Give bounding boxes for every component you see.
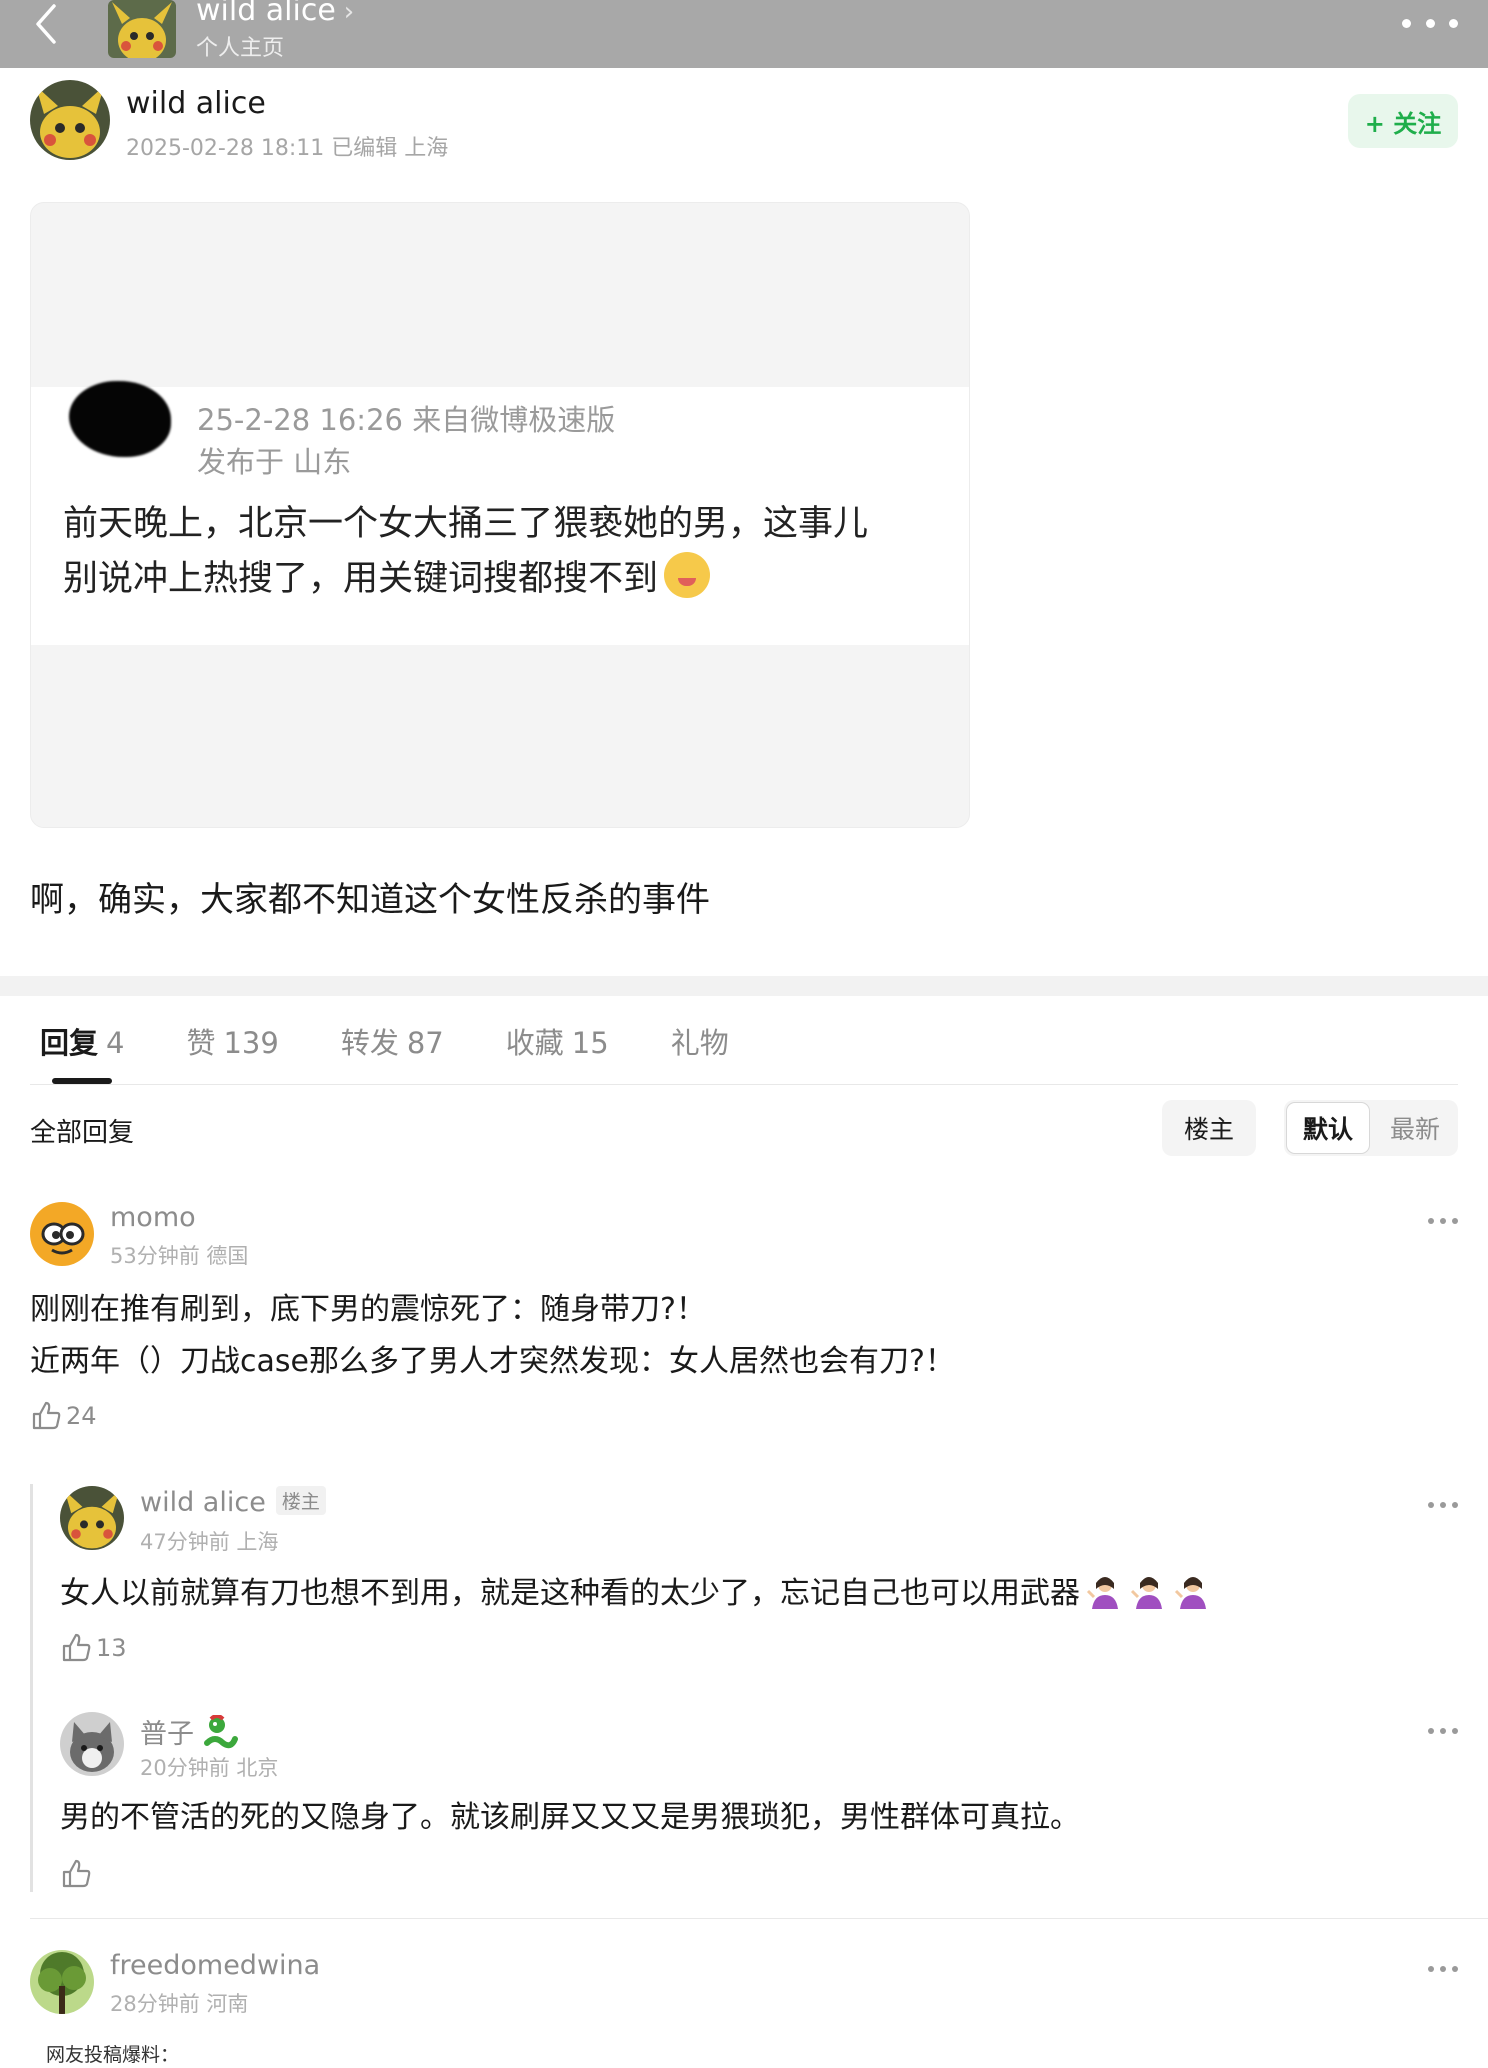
avatar[interactable] [30,1950,94,2014]
thumbs-up-icon [62,1633,91,1662]
comment-meta: 28分钟前 河南 [110,1992,249,2016]
op-only-filter-button[interactable]: 楼主 [1162,1100,1256,1156]
comment-image-snippet: 网友投稿爆料： [46,2044,180,2066]
more-dots-icon[interactable] [1428,1500,1458,1510]
like-button[interactable] [60,1858,96,1890]
op-badge: 楼主 [275,1486,326,1515]
chevron-right-icon: › [343,0,355,27]
comment-meta: 20分钟前 北京 [140,1756,279,1780]
shrug-woman-emoji-icon [1130,1577,1162,1609]
reply-thread-line [30,1484,33,1892]
back-chevron-icon [36,4,56,44]
tab-count: 4 [106,1026,125,1060]
comment-meta: 53分钟前 德国 [110,1244,249,1268]
back-button[interactable] [26,0,66,48]
tree-avatar-image [30,1950,94,2014]
commenter-name-text: 普子 [140,1719,194,1750]
all-replies-title: 全部回复 [30,1118,135,1148]
screenshot-text: 前天晚上，北京一个女大捅三了猥亵她的男，这事儿 别说冲上热搜了，用关键词搜都搜不… [63,497,943,607]
section-divider [0,976,1488,996]
sort-toggle: 默认 最新 [1284,1100,1458,1156]
topbar-avatar[interactable] [108,0,176,58]
tab-replies[interactable]: 回复 4 [40,1020,124,1068]
tab-label: 礼物 [670,1026,729,1060]
tabs-divider [30,1084,1458,1085]
tab-count: 15 [571,1026,609,1060]
screenshot-location: 发布于 山东 [197,445,352,479]
screenshot-text-line: 前天晚上，北京一个女大捅三了猥亵她的男，这事儿 [63,504,869,544]
tab-gifts[interactable]: 礼物 [671,1020,729,1068]
thumbs-up-icon [62,1859,91,1888]
topbar-name-text: wild alice [196,0,336,28]
sort-default-button[interactable]: 默认 [1286,1102,1370,1154]
post-meta: 2025-02-28 18:11 已编辑 上海 [126,136,449,161]
comment-text: 刚刚在推有刷到，底下男的震惊死了：随身带刀?！ [30,1292,706,1327]
author-avatar[interactable] [30,80,110,160]
screenshot-time: 25-2-28 16:26 来自微博极速版 [197,403,616,437]
thumbs-up-icon [32,1401,61,1430]
sort-latest-button[interactable]: 最新 [1374,1102,1456,1154]
yummy-face-emoji-icon [664,552,711,598]
tab-count: 139 [223,1026,279,1060]
comment-separator [30,1918,1488,1919]
screenshot-content: 25-2-28 16:26 来自微博极速版 发布于 山东 前天晚上，北京一个女大… [31,381,969,645]
comment-meta: 47分钟前 上海 [140,1530,279,1554]
more-dots-icon[interactable] [1428,1216,1458,1226]
topbar-subtitle: 个人主页 [196,36,285,61]
commenter-name[interactable]: freedomedwina [110,1950,320,1981]
avatar[interactable] [60,1712,124,1776]
shrug-woman-emoji-icon [1174,1577,1206,1609]
redacted-avatar [69,381,171,457]
cat-avatar-image [60,1712,124,1776]
comment-text-line-2: 近两年（）刀战case那么多了男人才突然发现：女人居然也会有刀?！ [30,1344,955,1379]
like-button[interactable]: 24 [30,1400,97,1432]
pikachu-avatar-image [108,0,176,58]
comment-text: 男的不管活的死的又隐身了。就该刷屏又又又是男猥琐犯，男性群体可真拉。 [60,1800,1080,1835]
shrug-woman-emoji-icon [1086,1577,1118,1609]
screenshot-text-line2-content: 别说冲上热搜了，用关键词搜都搜不到 [63,559,659,599]
comment-text: 女人以前就算有刀也想不到用，就是这种看的太少了，忘记自己也可以用武器 [60,1568,1212,1620]
more-dots-icon[interactable] [1402,8,1458,38]
like-button[interactable]: 13 [60,1632,127,1664]
comment-text-content: 女人以前就算有刀也想不到用，就是这种看的太少了，忘记自己也可以用武器 [60,1576,1080,1611]
commenter-name[interactable]: wild alice 楼主 [140,1486,326,1518]
screenshot-text-line-2: 别说冲上热搜了，用关键词搜都搜不到 [63,552,943,607]
tab-favorites[interactable]: 收藏 15 [506,1020,609,1068]
tab-label: 转发 [340,1026,399,1060]
tab-label: 收藏 [505,1026,564,1060]
author-name[interactable]: wild alice [126,86,266,121]
pikachu-avatar-image [30,80,110,160]
commenter-name[interactable]: 普子 [140,1712,239,1751]
commenter-name[interactable]: momo [110,1202,196,1233]
like-count: 24 [66,1402,97,1430]
tab-label: 回复 [40,1026,99,1060]
tab-reposts[interactable]: 转发 87 [341,1020,444,1068]
more-dots-icon[interactable] [1428,1726,1458,1736]
commenter-name-text: wild alice [140,1487,266,1518]
more-dots-icon[interactable] [1428,1964,1458,1974]
topbar-name[interactable]: wild alice › [196,0,354,31]
avatar[interactable] [60,1486,124,1550]
snake-emoji-icon [203,1714,238,1749]
cartoon-avatar-image [30,1202,94,1266]
like-count: 13 [96,1634,127,1662]
top-bar: wild alice › 个人主页 [0,0,1488,68]
tab-likes[interactable]: 赞 139 [186,1020,278,1068]
post-body: 啊，确实，大家都不知道这个女性反杀的事件 [30,880,710,920]
interaction-tabs: 回复 4 赞 139 转发 87 收藏 15 礼物 [40,1020,791,1068]
follow-button[interactable]: + 关注 [1348,94,1458,148]
avatar[interactable] [30,1202,94,1266]
tab-count: 87 [406,1026,444,1060]
embedded-screenshot[interactable]: 25-2-28 16:26 来自微博极速版 发布于 山东 前天晚上，北京一个女大… [30,202,970,828]
tab-label: 赞 [186,1026,216,1060]
pikachu-avatar-image [60,1486,124,1550]
